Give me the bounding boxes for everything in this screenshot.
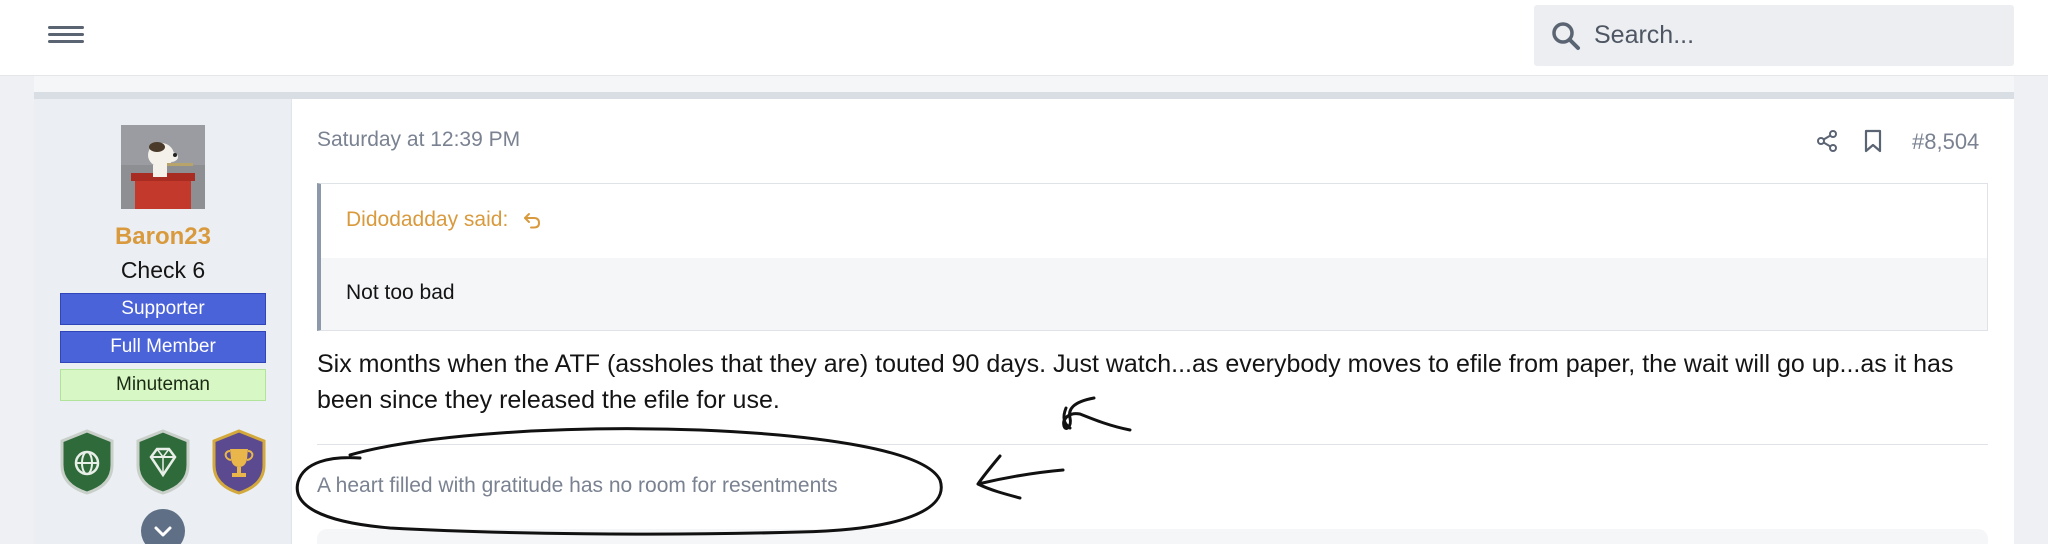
- previous-post-edge: [34, 76, 2014, 92]
- banner-supporter: Supporter: [60, 293, 266, 325]
- avatar[interactable]: [121, 125, 205, 209]
- banner-minuteman: Minuteman: [60, 369, 266, 401]
- search-icon[interactable]: [1550, 20, 1582, 52]
- quote-header: Didodadday said:: [321, 184, 1987, 258]
- quote-author-link[interactable]: Didodadday said:: [346, 208, 508, 231]
- username[interactable]: Baron23: [34, 223, 292, 251]
- bookmark-icon[interactable]: [1863, 129, 1883, 153]
- post-message-text: Six months when the ATF (assholes that t…: [317, 350, 1954, 414]
- search-box[interactable]: [1534, 5, 2014, 66]
- share-icon[interactable]: [1815, 129, 1839, 153]
- post-divider: [34, 92, 2014, 99]
- snoopy-avatar-image: [121, 125, 205, 209]
- grenade-globe-icon[interactable]: [58, 429, 116, 495]
- search-input[interactable]: [1594, 5, 1994, 66]
- trophy-badges: [58, 429, 268, 495]
- user-info-column: Baron23 Check 6 Supporter Full Member Mi…: [34, 99, 292, 544]
- post-footer-bar: [317, 529, 1988, 544]
- diamond-icon[interactable]: [134, 429, 192, 495]
- hamburger-menu-icon[interactable]: [48, 22, 84, 50]
- post-number-link[interactable]: #8,504: [1912, 129, 1979, 155]
- user-title: Check 6: [120, 257, 206, 283]
- post-date[interactable]: Saturday at 12:39 PM: [317, 128, 520, 152]
- message-column: Saturday at 12:39 PM #8,504 Didodadday s…: [292, 99, 2014, 544]
- chevron-down-icon: [154, 526, 172, 537]
- trophy-cup-icon[interactable]: [210, 429, 268, 495]
- quote-block: Didodadday said: Not too bad: [317, 183, 1988, 331]
- quote-text: Not too bad: [321, 258, 1987, 330]
- signature-divider: [317, 444, 1988, 445]
- jump-to-quote-icon[interactable]: [522, 210, 542, 230]
- expand-user-info-button[interactable]: [141, 509, 185, 544]
- banner-full-member: Full Member: [60, 331, 266, 363]
- top-nav-bar: [0, 0, 2048, 76]
- signature-text: A heart filled with gratitude has no roo…: [317, 474, 838, 497]
- forum-post: Baron23 Check 6 Supporter Full Member Mi…: [34, 99, 2014, 544]
